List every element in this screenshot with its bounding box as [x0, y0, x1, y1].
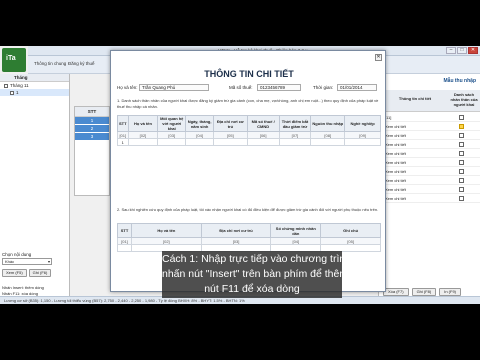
table-header-row: STT Họ và tên Địa chỉ nơi cư trú Số chứn… [117, 223, 381, 238]
row-checkbox[interactable] [459, 115, 464, 120]
close-window-button[interactable]: ✕ [468, 47, 478, 54]
content-select[interactable]: Khác [2, 258, 52, 265]
letterbox-bottom [0, 304, 480, 360]
background-table: STT 1 2 3 [74, 106, 110, 196]
dialog-header-fields: Họ và tên: Trần Quang Phú Mã số thuế: 01… [117, 84, 381, 93]
name-field[interactable]: Trần Quang Phú [139, 84, 209, 91]
name-label: Họ và tên: [117, 85, 138, 90]
tree-checkbox[interactable] [10, 90, 14, 95]
row-checkbox[interactable] [459, 187, 464, 192]
save-button[interactable]: Ghi (F6) [28, 269, 52, 277]
right-buttons: Xóa (F7) Ghi (F8) In (F9) [383, 288, 462, 296]
row-checkbox[interactable] [459, 169, 464, 174]
tree-item-sub[interactable]: 1 [0, 89, 69, 96]
caption-line: nhấn nút "Insert" trên bàn phím để thêm … [162, 268, 378, 280]
right-panel: Mẫu thu nhập Thông tin chi tiết Danh sác… [378, 74, 480, 304]
minimize-button[interactable]: – [446, 47, 456, 54]
left-buttons: Xem (F5) Ghi (F6) [2, 269, 68, 277]
caption-line: nút F11 để xóa dòng [204, 283, 300, 295]
row-checkbox[interactable] [459, 196, 464, 201]
tree-header: Tháng [0, 74, 69, 82]
list-item[interactable]: Xem chi tiết [379, 140, 480, 149]
list-item[interactable]: Xem chi tiết [379, 131, 480, 140]
right-table-header: Thông tin chi tiết Danh sách nhân thân c… [379, 90, 480, 112]
tax-code-field[interactable]: 0123456789 [257, 84, 301, 91]
write-button[interactable]: Ghi (F8) [411, 288, 437, 296]
date-field[interactable]: 01/01/2014 [337, 84, 377, 91]
maximize-button[interactable]: □ [457, 47, 467, 54]
tree-checkbox[interactable] [4, 83, 8, 88]
letterbox-top [0, 0, 480, 46]
list-item[interactable]: Xem chi tiết [379, 149, 480, 158]
list-item[interactable]: Xem chi tiết [379, 176, 480, 185]
row-checkbox[interactable] [459, 160, 464, 165]
row-checkbox[interactable] [459, 133, 464, 138]
window-controls: – □ ✕ [446, 47, 478, 54]
tax-code-label: Mã số thuế: [229, 85, 253, 90]
table-index-row: [01] [02] [03] [04] [05] [06] [07] [08] … [117, 131, 381, 139]
list-item[interactable]: Xem chi tiết [379, 122, 480, 131]
delete-button[interactable]: Xóa (F7) [383, 288, 409, 296]
right-panel-title: Mẫu thu nhập [443, 78, 477, 84]
left-tree-panel: Tháng Tháng 11 1 Chọn nội dung Khác Xem … [0, 74, 70, 304]
list-item[interactable]: [11] [379, 113, 480, 122]
dialog-close-button[interactable]: ✕ [375, 54, 382, 61]
list-item[interactable]: Xem chi tiết [379, 194, 480, 203]
table-row[interactable]: 2 [75, 125, 109, 133]
table-header: STT [75, 107, 109, 117]
table-row[interactable]: 1 [117, 138, 381, 146]
view-button[interactable]: Xem (F5) [2, 269, 27, 277]
table-row[interactable]: 1 [75, 117, 109, 125]
row-checkbox[interactable] [459, 151, 464, 156]
row-checkbox[interactable] [459, 124, 464, 129]
toolbar-item-register[interactable]: Đăng ký thuế [68, 61, 95, 66]
table-header-row: STT Họ và tên Mối quan hệ với người khai… [117, 115, 381, 132]
row-checkbox[interactable] [459, 142, 464, 147]
toolbar-item-general[interactable]: Thông tin chung [34, 61, 66, 66]
date-label: Thời gian: [313, 85, 334, 90]
dialog-title: THÔNG TIN CHI TIẾT [204, 69, 294, 79]
app-logo: iTa [2, 48, 26, 72]
tutorial-caption: Cách 1: Nhập trực tiếp vào chương trình … [162, 251, 378, 298]
table-row[interactable]: 3 [75, 133, 109, 141]
dependents-table: STT Họ và tên Mối quan hệ với người khai… [117, 115, 381, 146]
select-label: Chọn nội dung [2, 252, 32, 257]
confirmation-table: STT Họ và tên Địa chỉ nơi cư trú Số chứn… [117, 223, 381, 252]
left-bottom-controls: Chọn nội dung Khác Xem (F5) Ghi (F6) Nhấ… [2, 252, 68, 297]
print-button[interactable]: In (F9) [439, 288, 462, 296]
table-index-row: [01] [02] [03] [04] [05] [117, 237, 381, 245]
caption-line: Cách 1: Nhập trực tiếp vào chương trình [162, 253, 352, 265]
section-2-text: 2. Sau khi nghiên cứu quy định của pháp … [117, 207, 379, 212]
tree-item-month[interactable]: Tháng 11 [0, 82, 69, 89]
list-item[interactable]: Xem chi tiết [379, 158, 480, 167]
list-item[interactable]: Xem chi tiết [379, 185, 480, 194]
row-checkbox[interactable] [459, 178, 464, 183]
list-item[interactable]: Xem chi tiết [379, 167, 480, 176]
section-1-text: 1. Danh sách thân nhân của người khai đư… [117, 98, 379, 109]
